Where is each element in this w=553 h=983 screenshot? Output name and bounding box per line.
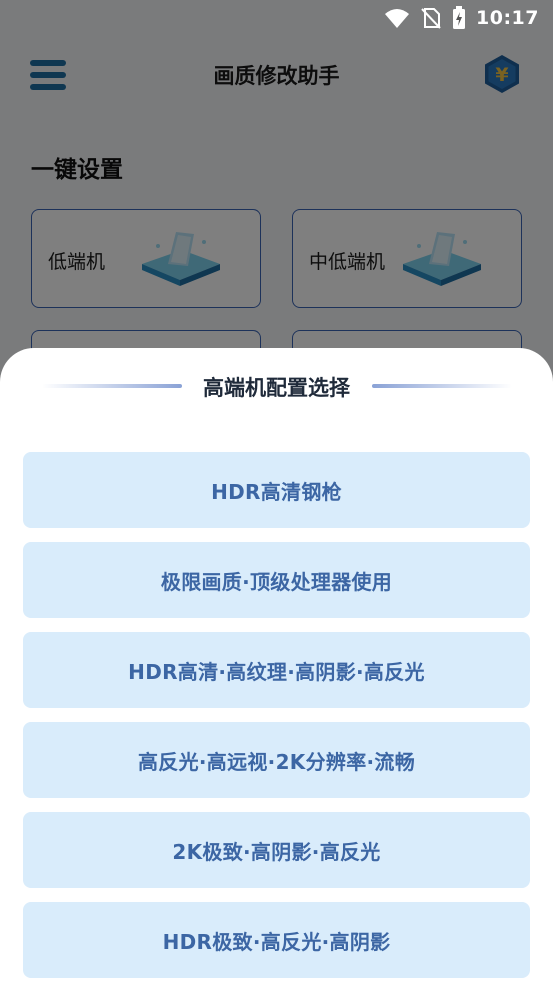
option-button[interactable]: HDR高清·高纹理·高阴影·高反光 [23,632,530,708]
divider-line-right [372,384,512,388]
wifi-icon [385,9,410,28]
config-bottom-sheet: 高端机配置选择 HDR高清钢枪 极限画质·顶级处理器使用 HDR高清·高纹理·高… [0,348,553,983]
battery-charging-icon [453,6,466,29]
option-button[interactable]: 极限画质·顶级处理器使用 [23,542,530,618]
status-bar: 10:17 [0,0,553,36]
status-time: 10:17 [476,7,539,29]
option-button[interactable]: HDR极致·高反光·高阴影 [23,902,530,978]
option-button[interactable]: HDR高清钢枪 [23,452,530,528]
option-button[interactable]: 2K极致·高阴影·高反光 [23,812,530,888]
sheet-header: 高端机配置选择 [0,370,553,402]
option-button[interactable]: 高反光·高远视·2K分辨率·流畅 [23,722,530,798]
no-sim-icon [421,8,441,29]
